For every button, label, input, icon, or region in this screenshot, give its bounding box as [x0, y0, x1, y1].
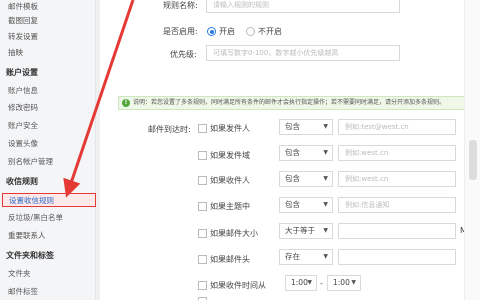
condition-sender-input[interactable]: 例如:test@west.cn	[338, 119, 456, 135]
condition-size-label: 如果邮件大小	[210, 229, 258, 238]
sidebar-section-folders: 文件夹和标签	[6, 251, 54, 260]
sidebar-item-antispam[interactable]: 反垃圾/黑白名单	[8, 211, 63, 225]
condition-subject-label: 如果主题中	[210, 202, 250, 211]
sidebar-item-other[interactable]: 抽映	[8, 46, 23, 60]
condition-subject-op-value: 包含	[285, 200, 300, 209]
priority-input[interactable]: 可填写数字0-100，数字越小优先级越高	[206, 45, 400, 61]
sidebar-item-account-security[interactable]: 账户安全	[8, 119, 38, 133]
condition-sender-domain-input[interactable]: 例如:west.cn	[338, 145, 456, 161]
condition-size-op[interactable]: 大于等于 ▼	[279, 223, 333, 239]
enable-on-label: 开启	[219, 27, 235, 36]
condition-time-to-value: 1:00	[333, 278, 350, 287]
condition-recipient-label: 如果收件人	[210, 176, 250, 185]
condition-recipient-op-value: 包含	[285, 174, 300, 183]
chevron-down-icon: ▼	[323, 123, 328, 130]
sidebar-item-important-contacts[interactable]: 重要联系人	[8, 229, 46, 243]
condition-time-from-value: 1:00	[291, 278, 308, 287]
condition-header-label: 如果邮件头	[210, 255, 250, 264]
condition-header-checkbox[interactable]	[198, 255, 207, 264]
condition-sender-checkbox[interactable]	[198, 124, 207, 133]
condition-header-input[interactable]	[338, 249, 456, 265]
condition-header-op[interactable]: 存在 ▼	[279, 249, 333, 265]
time-separator: -	[320, 279, 323, 288]
mail-arrive-label: 邮件到达时:	[148, 125, 191, 134]
condition-size-input[interactable]	[338, 223, 456, 239]
condition-sender-domain-op[interactable]: 包含 ▼	[279, 145, 333, 161]
sidebar-item-change-password[interactable]: 修改密码	[8, 101, 38, 115]
sidebar-section-rules: 收信规则	[6, 177, 38, 186]
sidebar-item-forward[interactable]: 转发设置	[8, 30, 38, 44]
priority-label: 优先级:	[170, 50, 197, 59]
chevron-down-icon: ▼	[323, 175, 328, 182]
condition-sender-label: 如果发件人	[210, 124, 250, 133]
enable-off-radio[interactable]	[246, 27, 255, 36]
enable-off-label: 不开启	[258, 27, 282, 36]
condition-size-checkbox[interactable]	[198, 229, 207, 238]
sidebar-item-inbox-rules[interactable]: 设置收信规则	[2, 193, 96, 207]
condition-time-to[interactable]: 1:00 ▼	[327, 275, 361, 291]
chevron-down-icon: ▼	[307, 279, 312, 286]
rule-name-input[interactable]: 请输入规则的规则	[206, 0, 400, 13]
rules-notice: ! 说明：若您设置了多条规则，同时满足所有条件的邮件才会执行指定操作；若不需要同…	[118, 96, 480, 110]
sidebar-section-account: 账户设置	[6, 68, 38, 77]
condition-sender-op-value: 包含	[285, 122, 300, 131]
sidebar-item-auto-reply[interactable]: 截图回复	[8, 14, 38, 28]
chevron-down-icon: ▼	[323, 149, 328, 156]
sidebar-item-avatar[interactable]: 设置头像	[8, 137, 38, 151]
chevron-down-icon: ▼	[351, 279, 356, 286]
sidebar-item-alias-accounts[interactable]: 别名帐户管理	[8, 155, 53, 169]
info-icon: !	[122, 99, 130, 107]
enable-on-radio[interactable]	[207, 27, 216, 36]
sidebar-item-folders[interactable]: 文件夹	[8, 267, 31, 281]
condition-time-label: 如果收件时间从	[210, 281, 266, 290]
notice-text: 说明：若您设置了多条规则，同时满足所有条件的邮件才会执行指定操作；若不需要同时满…	[133, 99, 446, 106]
main-scrollbar-thumb[interactable]	[469, 140, 477, 180]
condition-header-op-value: 存在	[285, 252, 300, 261]
condition-time-from[interactable]: 1:00 ▼	[285, 275, 317, 291]
chevron-down-icon: ▼	[323, 227, 328, 234]
condition-recipient-checkbox[interactable]	[198, 176, 207, 185]
condition-sender-domain-label: 如果发件域	[210, 151, 250, 160]
condition-time-checkbox[interactable]	[198, 281, 207, 290]
condition-recipient-input[interactable]: 例如:west.cn	[338, 171, 456, 187]
condition-recipient-op[interactable]: 包含 ▼	[279, 171, 333, 187]
chevron-down-icon: ▼	[323, 201, 328, 208]
condition-subject-input[interactable]: 例如:信息通知	[338, 197, 456, 213]
condition-subject-checkbox[interactable]	[198, 202, 207, 211]
condition-sender-op[interactable]: 包含 ▼	[279, 119, 333, 135]
sidebar-item-account-info[interactable]: 账户信息	[8, 84, 38, 98]
condition-size-op-value: 大于等于	[285, 226, 315, 235]
condition-subject-op[interactable]: 包含 ▼	[279, 197, 333, 213]
sidebar-item-mail-labels[interactable]: 邮件标签	[8, 285, 38, 299]
sidebar-item-inbox-rules-label: 设置收信规则	[9, 196, 54, 205]
sidebar-scrollbar[interactable]	[96, 0, 100, 300]
settings-sidebar: 邮件模板 截图回复 转发设置 抽映 账户设置 账户信息 修改密码 账户安全 设置…	[0, 0, 96, 300]
chevron-down-icon: ▼	[323, 253, 328, 260]
condition-sender-domain-op-value: 包含	[285, 148, 300, 157]
main-scrollbar[interactable]	[464, 0, 480, 300]
sidebar-item-mail-template[interactable]: 邮件模板	[8, 0, 38, 14]
rule-name-label: 规则名称:	[163, 1, 198, 10]
enable-label: 是否启用:	[163, 27, 198, 36]
condition-sender-domain-checkbox[interactable]	[198, 151, 207, 160]
condition-more-label: ...	[210, 296, 218, 300]
